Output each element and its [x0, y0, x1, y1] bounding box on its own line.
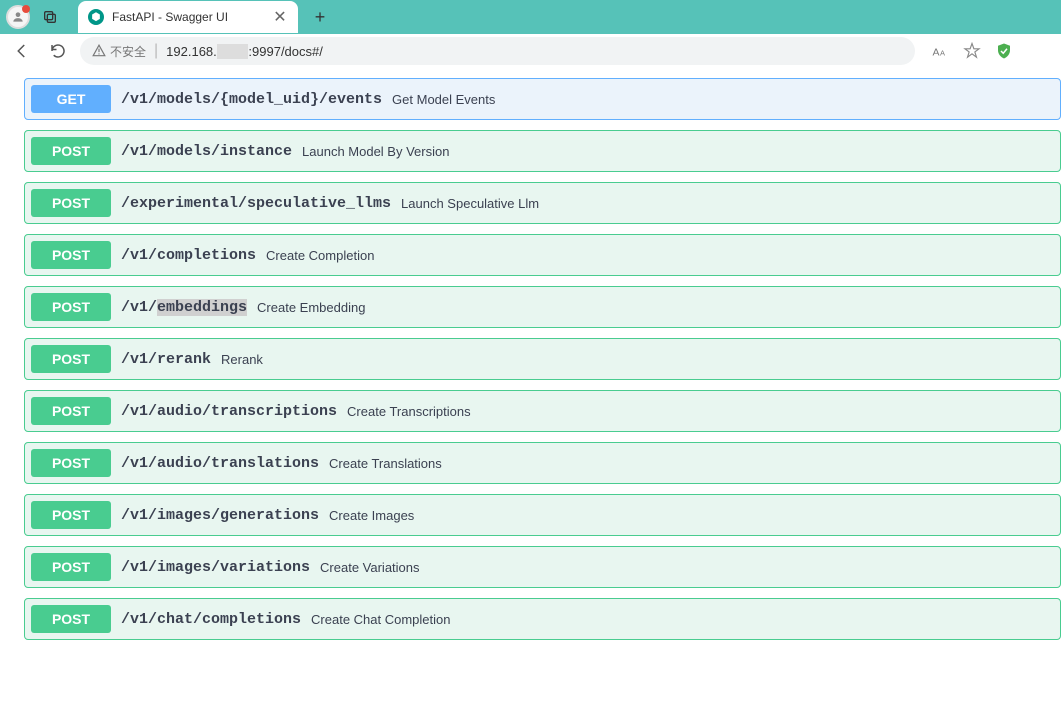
endpoint-row[interactable]: POST/v1/models/instance Launch Model By V…	[24, 130, 1061, 172]
endpoint-row[interactable]: POST/v1/chat/completions Create Chat Comp…	[24, 598, 1061, 640]
endpoint-path: /v1/chat/completions	[121, 611, 301, 628]
profile-icon[interactable]	[6, 5, 30, 29]
active-tab[interactable]: ⬢ FastAPI - Swagger UI ✕	[78, 1, 298, 33]
tab-title: FastAPI - Swagger UI	[112, 10, 264, 24]
method-badge: POST	[31, 241, 111, 269]
endpoint-row[interactable]: POST/experimental/speculative_llms Launch…	[24, 182, 1061, 224]
endpoint-path: /v1/audio/translations	[121, 455, 319, 472]
endpoint-path: /v1/images/variations	[121, 559, 310, 576]
shield-icon[interactable]	[995, 42, 1013, 60]
endpoint-row[interactable]: POST/v1/images/generations Create Images	[24, 494, 1061, 536]
endpoint-summary: Rerank	[221, 352, 263, 367]
method-badge: POST	[31, 605, 111, 633]
endpoint-path: /v1/models/instance	[121, 143, 292, 160]
endpoint-row[interactable]: POST/v1/completions Create Completion	[24, 234, 1061, 276]
endpoint-path: /v1/audio/transcriptions	[121, 403, 337, 420]
back-button[interactable]	[8, 37, 36, 65]
endpoint-row[interactable]: GET/v1/models/{model_uid}/events Get Mode…	[24, 78, 1061, 120]
endpoint-summary: Create Embedding	[257, 300, 365, 315]
method-badge: POST	[31, 293, 111, 321]
favorite-icon[interactable]	[963, 42, 981, 60]
endpoint-summary: Get Model Events	[392, 92, 495, 107]
endpoint-path: /experimental/speculative_llms	[121, 195, 391, 212]
endpoint-summary: Create Completion	[266, 248, 374, 263]
svg-text:A: A	[940, 49, 945, 58]
method-badge: POST	[31, 501, 111, 529]
endpoint-summary: Create Transcriptions	[347, 404, 471, 419]
method-badge: POST	[31, 553, 111, 581]
address-bar[interactable]: 不安全 | 192.168. :9997/docs#/	[80, 37, 915, 65]
swagger-content: GET/v1/models/{model_uid}/events Get Mode…	[0, 68, 1061, 660]
svg-text:A: A	[933, 47, 940, 59]
endpoint-summary: Launch Speculative Llm	[401, 196, 539, 211]
endpoint-path: /v1/images/generations	[121, 507, 319, 524]
insecure-label: 不安全	[110, 43, 146, 60]
browser-chrome: ⬢ FastAPI - Swagger UI ✕ + 不安全 | 192.168…	[0, 0, 1061, 68]
url-separator: |	[154, 42, 158, 60]
url-text: 192.168. :9997/docs#/	[166, 44, 323, 59]
method-badge: POST	[31, 449, 111, 477]
endpoint-summary: Create Translations	[329, 456, 442, 471]
endpoint-summary: Create Images	[329, 508, 414, 523]
new-tab-button[interactable]: +	[306, 3, 334, 31]
text-size-icon[interactable]: AA	[931, 42, 949, 60]
method-badge: POST	[31, 397, 111, 425]
endpoint-row[interactable]: POST/v1/audio/translations Create Transla…	[24, 442, 1061, 484]
address-bar-icons: AA	[923, 42, 1053, 60]
endpoint-row[interactable]: POST/v1/images/variations Create Variatio…	[24, 546, 1061, 588]
method-badge: GET	[31, 85, 111, 113]
endpoint-path: /v1/completions	[121, 247, 256, 264]
method-badge: POST	[31, 345, 111, 373]
endpoint-row[interactable]: POST/v1/audio/transcriptions Create Trans…	[24, 390, 1061, 432]
endpoint-summary: Create Chat Completion	[311, 612, 450, 627]
insecure-icon: 不安全	[92, 43, 146, 60]
address-bar-row: 不安全 | 192.168. :9997/docs#/ AA	[0, 34, 1061, 68]
endpoint-path: /v1/rerank	[121, 351, 211, 368]
endpoint-summary: Launch Model By Version	[302, 144, 449, 159]
method-badge: POST	[31, 189, 111, 217]
method-badge: POST	[31, 137, 111, 165]
endpoint-path: /v1/embeddings	[121, 299, 247, 316]
url-masked	[217, 44, 249, 59]
tab-bar: ⬢ FastAPI - Swagger UI ✕ +	[0, 0, 1061, 34]
endpoint-row[interactable]: POST/v1/rerank Rerank	[24, 338, 1061, 380]
fastapi-favicon: ⬢	[88, 9, 104, 25]
endpoint-path: /v1/models/{model_uid}/events	[121, 91, 382, 108]
endpoint-summary: Create Variations	[320, 560, 419, 575]
reload-button[interactable]	[44, 37, 72, 65]
close-tab-icon[interactable]: ✕	[272, 9, 288, 25]
tab-overview-icon[interactable]	[38, 5, 62, 29]
warning-triangle-icon[interactable]	[1027, 42, 1045, 60]
endpoint-row[interactable]: POST/v1/embeddings Create Embedding	[24, 286, 1061, 328]
